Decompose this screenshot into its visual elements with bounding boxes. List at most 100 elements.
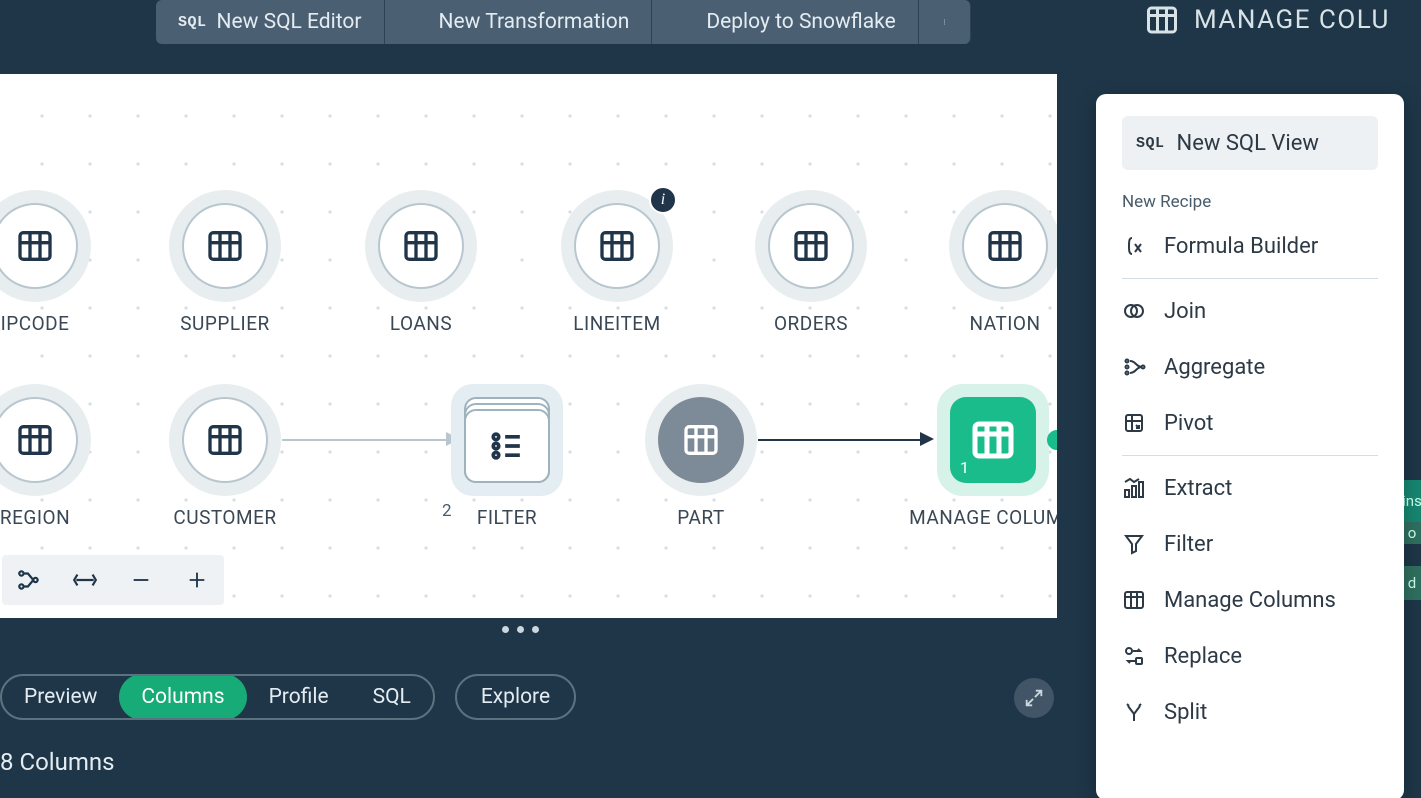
snowflake-icon xyxy=(674,11,696,33)
wand-icon xyxy=(407,11,429,33)
node-lineitem[interactable]: i LINEITEM xyxy=(542,190,692,335)
menu-join[interactable]: Join xyxy=(1122,283,1378,339)
columns-icon xyxy=(1144,2,1180,38)
layout-button[interactable] xyxy=(16,567,42,593)
context-menu: SQL New SQL View New Recipe Formula Buil… xyxy=(1096,94,1404,798)
menu-manage-columns-label: Manage Columns xyxy=(1164,588,1336,613)
tab-group: Preview Columns Profile SQL xyxy=(0,674,435,720)
output-port[interactable] xyxy=(1047,430,1057,450)
new-sql-editor-label: New SQL Editor xyxy=(217,10,362,34)
new-sql-editor-button[interactable]: SQL New SQL Editor xyxy=(156,0,385,44)
filter-count: 2 xyxy=(442,501,452,521)
node-orders[interactable]: ORDERS xyxy=(736,190,886,335)
aggregate-icon xyxy=(1122,355,1146,379)
new-transformation-label: New Transformation xyxy=(439,10,630,34)
manage-columns-count: 1 xyxy=(960,458,969,477)
canvas-grid xyxy=(0,74,1057,618)
resize-handle[interactable] xyxy=(502,626,539,633)
zoom-controls xyxy=(2,555,224,605)
node-region-label: REGION xyxy=(0,506,70,529)
node-customer-label: CUSTOMER xyxy=(173,506,276,529)
menu-sql-view-label: New SQL View xyxy=(1177,131,1319,156)
table-icon xyxy=(15,420,55,460)
columns-icon xyxy=(1122,588,1146,612)
formula-icon xyxy=(1122,234,1146,258)
table-icon xyxy=(205,420,245,460)
more-vertical-icon xyxy=(941,12,948,32)
list-icon xyxy=(485,424,529,468)
pivot-icon xyxy=(1122,411,1146,435)
expand-icon xyxy=(1023,687,1045,709)
table-icon xyxy=(681,420,721,460)
menu-new-sql-view[interactable]: SQL New SQL View xyxy=(1122,116,1378,170)
fit-icon xyxy=(72,567,98,593)
graph-icon xyxy=(16,567,42,593)
join-icon xyxy=(1122,299,1146,323)
node-part[interactable]: PART xyxy=(626,384,776,529)
info-badge-icon[interactable]: i xyxy=(649,186,677,214)
edge-tab-a[interactable]: ins xyxy=(1403,480,1421,522)
menu-extract-label: Extract xyxy=(1164,476,1232,501)
tab-profile[interactable]: Profile xyxy=(247,674,351,720)
node-region[interactable]: REGION xyxy=(0,384,110,529)
node-loans[interactable]: LOANS xyxy=(346,190,496,335)
new-transformation-button[interactable]: New Transformation xyxy=(385,0,653,44)
toolbar-more-button[interactable] xyxy=(919,0,971,44)
menu-aggregate[interactable]: Aggregate xyxy=(1122,339,1378,395)
node-supplier[interactable]: SUPPLIER xyxy=(150,190,300,335)
table-icon xyxy=(985,226,1025,266)
node-filter[interactable]: 2 FILTER xyxy=(432,384,582,529)
edge-customer-filter xyxy=(282,439,446,441)
menu-manage-columns[interactable]: Manage Columns xyxy=(1122,572,1378,628)
node-customer[interactable]: CUSTOMER xyxy=(150,384,300,529)
panel-title-text: MANAGE COLU xyxy=(1194,5,1390,35)
menu-section-label: New Recipe xyxy=(1122,192,1378,212)
edge-part-managecolumns xyxy=(758,439,922,441)
menu-pivot[interactable]: Pivot xyxy=(1122,395,1378,451)
table-icon xyxy=(205,226,245,266)
menu-aggregate-label: Aggregate xyxy=(1164,355,1265,380)
node-zipcode[interactable]: IPCODE xyxy=(0,190,110,335)
node-nation-label: NATION xyxy=(969,312,1040,335)
edge-tab-d[interactable]: d xyxy=(1403,566,1421,600)
tab-columns[interactable]: Columns xyxy=(119,674,246,720)
menu-split[interactable]: Split xyxy=(1122,684,1378,740)
sql-icon: SQL xyxy=(178,14,207,31)
menu-formula-builder[interactable]: Formula Builder xyxy=(1122,218,1378,274)
node-manage-columns[interactable]: 1 MANAGE COLUMN xyxy=(908,384,1057,529)
menu-join-label: Join xyxy=(1164,299,1206,324)
tab-explore[interactable]: Explore xyxy=(455,674,576,720)
menu-split-label: Split xyxy=(1164,700,1207,725)
columns-icon xyxy=(969,416,1017,464)
column-count: 8 Columns xyxy=(0,748,115,776)
menu-extract[interactable]: Extract xyxy=(1122,460,1378,516)
menu-filter-label: Filter xyxy=(1164,532,1213,557)
node-part-label: PART xyxy=(677,506,724,529)
node-nation[interactable]: NATION xyxy=(930,190,1057,335)
workflow-canvas[interactable]: IPCODE SUPPLIER LOANS i LINEITEM ORDERS … xyxy=(0,74,1057,618)
table-icon xyxy=(597,226,637,266)
zoom-in-button[interactable] xyxy=(184,567,210,593)
panel-title: MANAGE COLU xyxy=(1144,2,1390,38)
table-icon xyxy=(791,226,831,266)
menu-filter[interactable]: Filter xyxy=(1122,516,1378,572)
node-filter-label: FILTER xyxy=(477,506,537,529)
table-icon xyxy=(15,226,55,266)
deploy-snowflake-button[interactable]: Deploy to Snowflake xyxy=(652,0,918,44)
table-icon xyxy=(401,226,441,266)
fit-button[interactable] xyxy=(72,567,98,593)
bottom-tabs: Preview Columns Profile SQL Explore xyxy=(0,674,576,720)
node-lineitem-label: LINEITEM xyxy=(573,312,660,335)
sql-icon: SQL xyxy=(1136,135,1165,152)
toolbar: SQL New SQL Editor New Transformation De… xyxy=(156,0,971,44)
expand-button[interactable] xyxy=(1014,678,1054,718)
edge-tab-b[interactable]: o xyxy=(1403,522,1421,544)
deploy-label: Deploy to Snowflake xyxy=(706,10,895,34)
zoom-out-button[interactable] xyxy=(128,567,154,593)
tab-preview[interactable]: Preview xyxy=(2,674,119,720)
tab-sql[interactable]: SQL xyxy=(351,674,433,720)
menu-replace[interactable]: Replace xyxy=(1122,628,1378,684)
node-zipcode-label: IPCODE xyxy=(1,312,70,335)
minus-icon xyxy=(130,569,152,591)
replace-icon xyxy=(1122,644,1146,668)
